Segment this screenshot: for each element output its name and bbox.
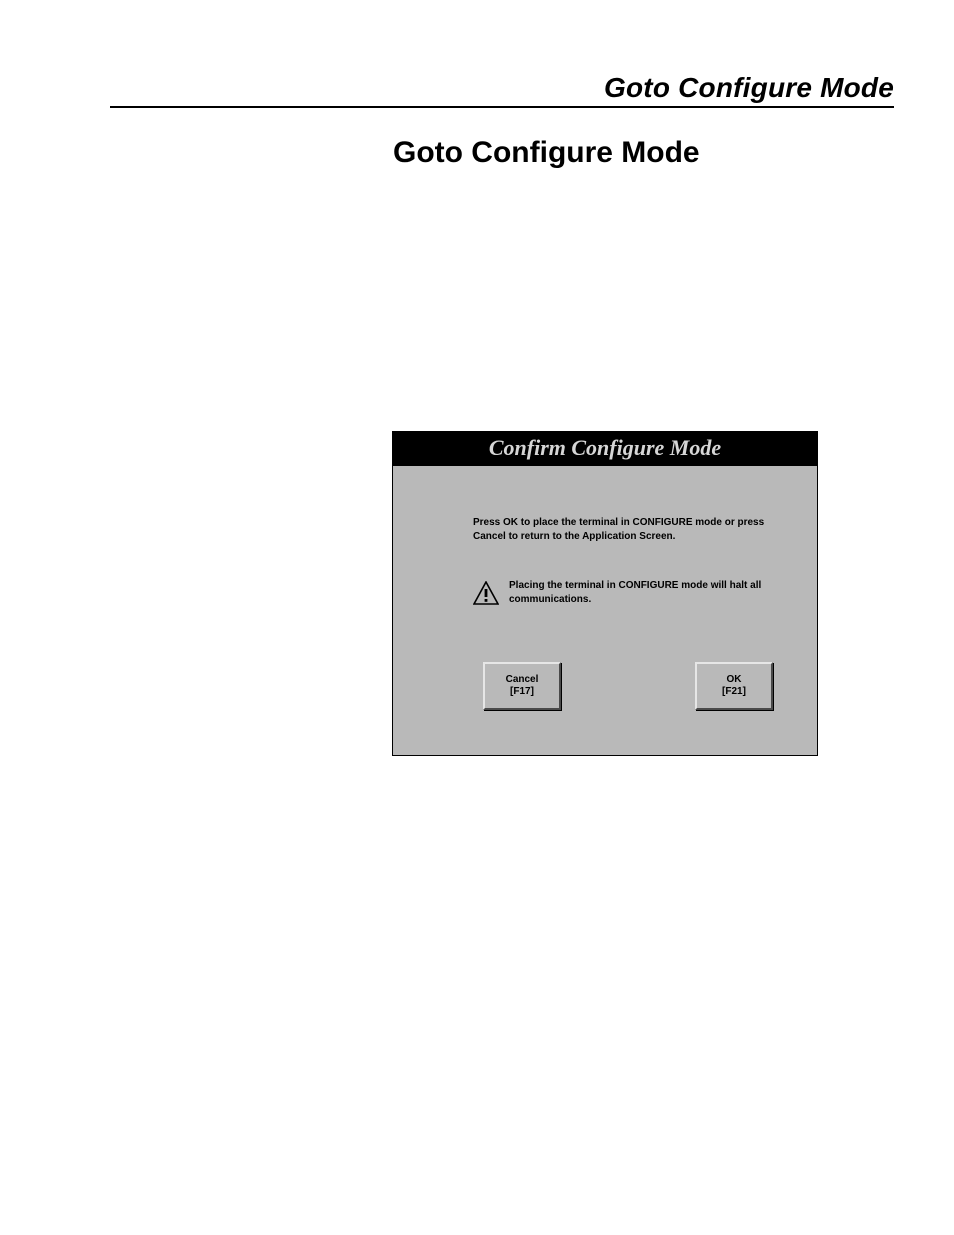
dialog-button-row: Cancel [F17] OK [F21]	[473, 662, 783, 710]
dialog-title: Confirm Configure Mode	[393, 432, 817, 466]
page: Goto Configure Mode Goto Configure Mode …	[0, 0, 954, 1235]
ok-button[interactable]: OK [F21]	[695, 662, 773, 710]
confirm-configure-dialog: Confirm Configure Mode Press OK to place…	[392, 431, 818, 756]
dialog-body: Press OK to place the terminal in CONFIG…	[393, 466, 817, 730]
running-header-title: Goto Configure Mode	[604, 72, 894, 104]
cancel-button-key: [F17]	[510, 686, 534, 699]
dialog-warning-row: Placing the terminal in CONFIGURE mode w…	[473, 579, 783, 606]
cancel-button-label: Cancel	[506, 674, 539, 687]
header-rule	[110, 106, 894, 108]
ok-button-label: OK	[727, 674, 742, 687]
ok-button-key: [F21]	[722, 686, 746, 699]
warning-triangle-icon	[473, 581, 499, 605]
dialog-instruction-text: Press OK to place the terminal in CONFIG…	[473, 516, 783, 543]
section-title: Goto Configure Mode	[393, 136, 700, 170]
dialog-warning-text: Placing the terminal in CONFIGURE mode w…	[509, 579, 783, 606]
cancel-button[interactable]: Cancel [F17]	[483, 662, 561, 710]
